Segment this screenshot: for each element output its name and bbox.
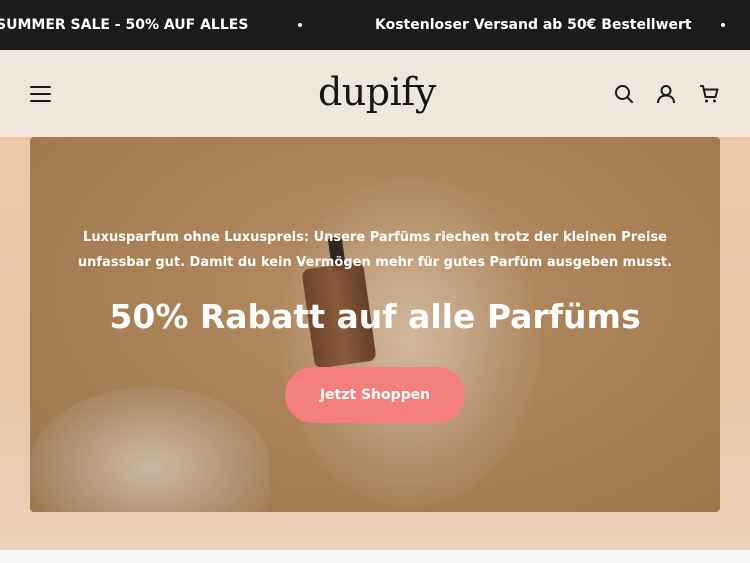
next-section [0,550,750,563]
hero-intro-text: Luxusparfum ohne Luxuspreis: Unsere Parf… [77,230,673,270]
site-logo[interactable]: dupify [318,68,438,116]
hero-banner: Luxusparfum ohne Luxuspreis: Unsere Parf… [30,137,720,512]
site-header: dupify [0,50,750,137]
hero-title: 50% Rabatt auf alle Parfüms [109,297,641,336]
cart-icon[interactable] [699,84,719,104]
separator-dot [721,23,725,27]
announcement-message: SUMMER SALE - 50% AUF ALLES [0,17,249,33]
search-icon[interactable] [614,84,634,104]
shop-now-button[interactable]: Jetzt Shoppen [285,367,465,423]
announcement-message: Kostenloser Versand ab 50€ Bestellwert [375,17,692,33]
account-icon[interactable] [656,84,676,104]
menu-icon[interactable] [30,86,51,102]
announcement-bar: SUMMER SALE - 50% AUF ALLES Kostenloser … [0,0,750,50]
separator-dot [298,23,302,27]
